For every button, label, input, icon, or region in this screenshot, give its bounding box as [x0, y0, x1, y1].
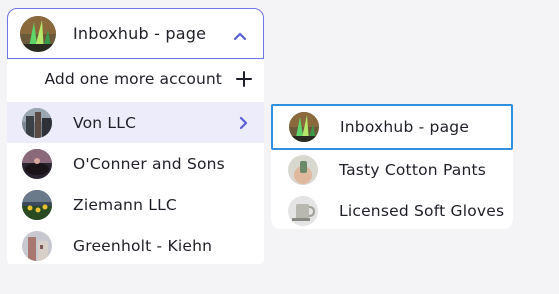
chevron-up-icon[interactable] [233, 31, 247, 41]
mug-avatar [288, 195, 318, 226]
account-dropdown: Add one more account Von LLC O'Conner an… [7, 59, 264, 264]
aurora-avatar [20, 15, 56, 52]
hand-holding-cup-avatar [288, 154, 318, 185]
page-label: Licensed Soft Gloves [339, 201, 505, 220]
account-item-ziemann-llc[interactable]: Ziemann LLC [7, 184, 264, 225]
current-account-label: Inboxhub - page [73, 24, 207, 43]
chevron-right-icon [239, 116, 248, 130]
account-label: Ziemann LLC [73, 195, 177, 214]
page-item-licensed-soft-gloves[interactable]: Licensed Soft Gloves [271, 190, 513, 231]
page-label: Tasty Cotton Pants [339, 160, 487, 179]
account-label: Greenholt - Kiehn [73, 236, 213, 255]
add-account-button[interactable]: Add one more account [7, 59, 264, 99]
pages-submenu: Inboxhub - page Tasty Cotton Pants Licen… [271, 104, 513, 229]
sunset-silhouette-avatar [22, 148, 52, 179]
account-item-greenholt-kiehn[interactable]: Greenholt - Kiehn [7, 225, 264, 266]
page-item-inboxhub[interactable]: Inboxhub - page [271, 104, 513, 150]
sunflower-field-avatar [22, 189, 52, 220]
account-label: O'Conner and Sons [73, 154, 225, 173]
account-item-oconner-and-sons[interactable]: O'Conner and Sons [7, 143, 264, 184]
account-selector[interactable]: Inboxhub - page [7, 8, 264, 59]
aurora-avatar [289, 112, 319, 142]
stone-tower-avatar [22, 230, 52, 261]
page-item-tasty-cotton-pants[interactable]: Tasty Cotton Pants [271, 149, 513, 190]
plus-icon [236, 71, 252, 87]
account-item-von-llc[interactable]: Von LLC [7, 102, 264, 143]
add-account-label: Add one more account [44, 70, 222, 88]
account-label: Von LLC [73, 113, 137, 132]
page-label: Inboxhub - page [340, 118, 470, 136]
city-building-avatar [22, 107, 52, 138]
